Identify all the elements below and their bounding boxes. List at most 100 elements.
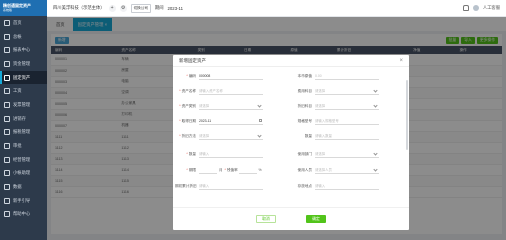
department-label: 使用部门 <box>297 151 312 156</box>
life-unit: 月 <box>219 167 223 172</box>
life-label: * 期限 <box>186 167 196 172</box>
sidebar-item-label: 发票管理 <box>13 101 31 107</box>
confirm-button[interactable]: 确定 <box>306 215 326 223</box>
period-value[interactable]: 2023-11 <box>168 6 183 11</box>
support-link[interactable]: 人工客服 <box>483 5 500 11</box>
menu-icon <box>4 60 10 67</box>
sidebar-item[interactable]: 报税管理 <box>0 126 47 140</box>
app-subtitle: 系统版 <box>3 8 13 12</box>
sidebar-item-label: 经营管理 <box>13 156 31 162</box>
sidebar-item[interactable]: 审批 <box>0 139 47 153</box>
depreciation-account-select[interactable]: 请选择 <box>315 102 379 110</box>
spec-label: 规格型号 <box>297 118 312 123</box>
code-label: * 编码 <box>186 73 196 78</box>
add-icon[interactable]: + <box>108 4 116 12</box>
asset-name-input[interactable]: 请输入资产名称 <box>199 88 263 95</box>
sidebar-item[interactable]: 帮助中心 <box>0 208 47 222</box>
menu-icon <box>4 101 10 108</box>
cancel-button[interactable]: 取消 <box>256 215 276 223</box>
sidebar-item-label: 帮助中心 <box>13 211 31 217</box>
department-select[interactable]: 请选择 <box>315 150 379 158</box>
unit-count-input[interactable]: 请输入数量 <box>315 133 379 140</box>
company-name[interactable]: 四川美浮科技（示范主体） <box>53 5 105 11</box>
chevron-down-icon <box>373 87 378 93</box>
prev-depreciation-input[interactable]: 请输入 <box>199 183 263 190</box>
menu-icon <box>4 88 10 95</box>
sidebar-item[interactable]: 新手引导 <box>0 194 47 208</box>
menu-icon <box>4 33 10 40</box>
sidebar-item[interactable]: 固定资产 <box>0 70 47 85</box>
menu-icon <box>4 143 10 150</box>
settings-icon[interactable]: ⚙ <box>119 4 127 12</box>
menu-icon <box>4 115 10 122</box>
sidebar-item-label: 新手引导 <box>13 197 31 203</box>
switch-company-button[interactable]: 切换公司 <box>130 3 151 13</box>
sidebar-item-label: 报税管理 <box>13 129 31 135</box>
sidebar-item[interactable]: 资金管理 <box>0 57 47 71</box>
period-label: 期间 <box>154 5 164 10</box>
avatar[interactable] <box>472 5 479 11</box>
expense-account-select[interactable]: 请选择 <box>315 87 379 95</box>
date-label: * 取得日期 <box>179 118 196 123</box>
unit-count-label: 数量 <box>304 133 312 138</box>
sidebar-item[interactable]: 工资 <box>0 84 47 98</box>
sidebar-item[interactable]: 经营管理 <box>0 153 47 167</box>
salvage-label: * 残值率 <box>224 167 238 172</box>
code-input[interactable]: 000008 <box>199 73 263 80</box>
sidebar-item[interactable]: 进销存 <box>0 112 47 126</box>
salvage-unit: % <box>258 168 262 172</box>
sidebar-item[interactable]: 首页 <box>0 16 47 30</box>
top-bar: 四川美浮科技（示范主体） + ⚙ 切换公司 期间 2023-11 人工客服 <box>47 0 506 17</box>
menu-icon <box>4 129 10 136</box>
life-input[interactable] <box>199 167 217 174</box>
sidebar-item-label: 小帐助理 <box>13 170 31 176</box>
depreciation-method-select[interactable]: 请选择 <box>199 132 263 140</box>
menu-icon <box>4 211 10 218</box>
prev-depreciation-label: 期初累计折旧 <box>175 183 197 188</box>
category-select[interactable]: 请选择 <box>199 102 263 110</box>
date-picker[interactable]: 2023-11 <box>199 118 263 125</box>
location-input[interactable]: 请输入 <box>315 183 379 190</box>
sidebar-item-label: 首页 <box>13 19 22 25</box>
add-asset-dialog: 新增固定资产 × * 编码 000008 * 资产名称 请输入资产名称 * 资产… <box>173 55 409 230</box>
salvage-input[interactable] <box>238 167 257 174</box>
user-select[interactable]: 请选择人员 <box>315 166 379 174</box>
notification-icon[interactable] <box>462 5 469 11</box>
spec-input[interactable]: 请输入规格型号 <box>315 118 379 125</box>
sidebar-item-label: 固定资产 <box>13 74 31 80</box>
close-icon[interactable]: × <box>399 58 403 64</box>
sidebar-item[interactable]: 数据 <box>0 180 47 194</box>
asset-name-label: * 资产名称 <box>179 88 196 93</box>
origin-value-input[interactable]: 0.00 <box>315 73 379 80</box>
menu-icon <box>4 47 10 54</box>
sidebar-item-label: 报表中心 <box>13 47 31 53</box>
expense-account-label: 费用科目 <box>297 88 312 93</box>
sidebar-item-label: 进销存 <box>13 115 26 121</box>
sidebar-item[interactable]: 发票管理 <box>0 98 47 112</box>
calendar-icon <box>258 118 262 123</box>
sidebar-item[interactable]: 总帐 <box>0 30 47 44</box>
sidebar-item[interactable]: 报表中心 <box>0 43 47 57</box>
user-label: 使用人员 <box>297 167 312 172</box>
sidebar-item-label: 数据 <box>13 184 22 190</box>
chevron-down-icon <box>373 102 378 108</box>
sidebar-item[interactable]: 小帐助理 <box>0 167 47 181</box>
sidebar: 精创通固定资产 系统版 首页总帐报表中心资金管理固定资产工资发票管理进销存报税管… <box>0 0 47 240</box>
location-label: 存放地点 <box>297 183 312 188</box>
sidebar-item-label: 审批 <box>13 143 22 149</box>
qty-input[interactable]: 请输入 <box>199 151 263 158</box>
app-logo[interactable]: 精创通固定资产 系统版 <box>0 0 47 16</box>
menu-icon <box>4 74 10 81</box>
sidebar-item-label: 总帐 <box>13 33 22 39</box>
chevron-down-icon <box>257 132 262 138</box>
sidebar-item-label: 资金管理 <box>13 60 31 66</box>
chevron-down-icon <box>373 166 378 172</box>
dialog-scrollbar[interactable] <box>406 80 408 150</box>
menu-icon <box>4 184 10 191</box>
depreciation-account-label: 折旧科目 <box>297 103 312 108</box>
origin-value-label: 本币原值 <box>297 73 312 78</box>
menu-icon <box>4 19 10 26</box>
category-label: * 资产类别 <box>179 103 196 108</box>
qty-label: * 数量 <box>186 151 196 156</box>
menu-icon <box>4 156 10 163</box>
